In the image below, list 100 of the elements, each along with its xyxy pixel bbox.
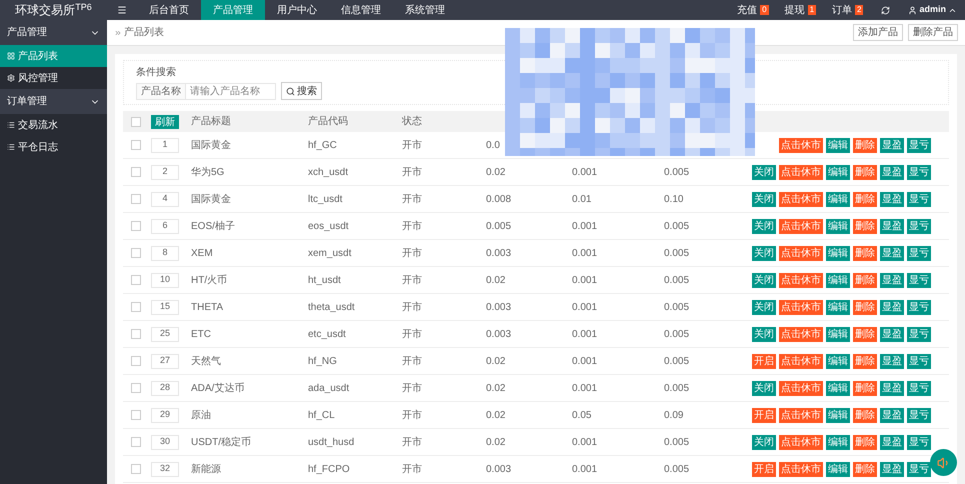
- action-button[interactable]: 显亏: [907, 354, 931, 368]
- sort-field[interactable]: 2: [151, 164, 179, 180]
- action-button[interactable]: 显亏: [907, 218, 931, 234]
- menu-icon[interactable]: [117, 5, 127, 15]
- action-button[interactable]: 显亏: [907, 138, 931, 152]
- sort-field[interactable]: 25: [151, 326, 179, 342]
- counter-label[interactable]: 提现: [784, 2, 805, 18]
- refresh-icon[interactable]: [881, 6, 890, 14]
- top-menu-tab[interactable]: 后台首页: [137, 0, 201, 20]
- action-button[interactable]: 关闭: [752, 272, 776, 288]
- action-button[interactable]: 显亏: [907, 380, 931, 396]
- checkbox[interactable]: [131, 383, 141, 393]
- checkbox[interactable]: [131, 464, 141, 474]
- sort-field[interactable]: 4: [151, 192, 179, 206]
- action-button[interactable]: 点击休市: [779, 326, 823, 342]
- action-button[interactable]: 编辑: [826, 192, 850, 206]
- action-button[interactable]: 关闭: [752, 192, 776, 206]
- action-button[interactable]: 显亏: [907, 408, 931, 422]
- sort-field[interactable]: 10: [151, 272, 179, 288]
- action-button[interactable]: 关闭: [752, 380, 776, 396]
- sort-field[interactable]: 6: [151, 218, 179, 234]
- action-button[interactable]: 显盈: [880, 218, 904, 234]
- action-button[interactable]: 点击休市: [779, 246, 823, 260]
- sort-field[interactable]: 27: [151, 354, 179, 368]
- checkbox[interactable]: [131, 302, 141, 312]
- sort-field[interactable]: 29: [151, 408, 179, 422]
- action-button[interactable]: 编辑: [826, 164, 850, 180]
- action-button[interactable]: 编辑: [826, 138, 850, 152]
- action-button[interactable]: 显盈: [880, 380, 904, 396]
- search-field[interactable]: 请输入产品名称: [186, 82, 276, 100]
- checkbox[interactable]: [131, 275, 141, 285]
- action-button[interactable]: 删除: [853, 218, 877, 234]
- action-button[interactable]: 删除: [853, 246, 877, 260]
- action-button[interactable]: 关闭: [752, 434, 776, 450]
- top-menu-tab[interactable]: 产品管理: [201, 0, 265, 20]
- checkbox[interactable]: [131, 437, 141, 447]
- action-button[interactable]: 删除: [853, 192, 877, 206]
- action-button[interactable]: 删除: [853, 138, 877, 152]
- action-button[interactable]: 显盈: [880, 408, 904, 422]
- action-button[interactable]: 点击休市: [779, 218, 823, 234]
- action-button[interactable]: 显盈: [880, 164, 904, 180]
- action-button[interactable]: 点击休市: [779, 300, 823, 314]
- action-button[interactable]: 显盈: [880, 138, 904, 152]
- user-name[interactable]: admin: [919, 3, 946, 17]
- action-button[interactable]: 显亏: [907, 164, 931, 180]
- page-button[interactable]: 删除产品: [908, 24, 958, 41]
- action-button[interactable]: 点击休市: [779, 272, 823, 288]
- sidebar-group[interactable]: 产品管理: [0, 20, 107, 45]
- action-button[interactable]: 显盈: [880, 326, 904, 342]
- sidebar-group[interactable]: 订单管理: [0, 89, 107, 114]
- checkbox[interactable]: [131, 356, 141, 366]
- action-button[interactable]: 编辑: [826, 408, 850, 422]
- action-button[interactable]: 显亏: [907, 462, 931, 476]
- action-button[interactable]: 显亏: [907, 192, 931, 206]
- action-button[interactable]: 编辑: [826, 300, 850, 314]
- top-menu-tab[interactable]: 信息管理: [329, 0, 393, 20]
- action-button[interactable]: 删除: [853, 164, 877, 180]
- action-button[interactable]: 显盈: [880, 272, 904, 288]
- action-button[interactable]: 开启: [752, 408, 776, 422]
- action-button[interactable]: 点击休市: [779, 164, 823, 180]
- checkbox[interactable]: [131, 221, 141, 231]
- action-button[interactable]: 显盈: [880, 246, 904, 260]
- action-button[interactable]: 显亏: [907, 246, 931, 260]
- checkbox[interactable]: [131, 140, 141, 150]
- action-button[interactable]: 编辑: [826, 326, 850, 342]
- action-button[interactable]: 删除: [853, 326, 877, 342]
- sort-field[interactable]: 8: [151, 246, 179, 260]
- action-button[interactable]: 显盈: [880, 300, 904, 314]
- action-button[interactable]: 显亏: [907, 434, 931, 450]
- action-button[interactable]: 编辑: [826, 380, 850, 396]
- action-button[interactable]: 关闭: [752, 326, 776, 342]
- action-button[interactable]: 显亏: [907, 300, 931, 314]
- sort-field[interactable]: 15: [151, 300, 179, 314]
- checkbox[interactable]: [131, 248, 141, 258]
- action-button[interactable]: 显亏: [907, 272, 931, 288]
- action-button[interactable]: 点击休市: [779, 408, 823, 422]
- action-button[interactable]: 开启: [752, 354, 776, 368]
- action-button[interactable]: 显盈: [880, 434, 904, 450]
- action-button[interactable]: 点击休市: [779, 462, 823, 476]
- action-button[interactable]: 删除: [853, 462, 877, 476]
- sort-field[interactable]: 30: [151, 434, 179, 450]
- action-button[interactable]: 编辑: [826, 354, 850, 368]
- top-menu-tab[interactable]: 用户中心: [265, 0, 329, 20]
- action-button[interactable]: 关闭: [752, 246, 776, 260]
- action-button[interactable]: 显盈: [880, 192, 904, 206]
- action-button[interactable]: 显盈: [880, 354, 904, 368]
- action-button[interactable]: 编辑: [826, 218, 850, 234]
- sort-field[interactable]: 32: [151, 462, 179, 476]
- action-button[interactable]: 开启: [752, 462, 776, 476]
- action-button[interactable]: 编辑: [826, 246, 850, 260]
- checkbox[interactable]: [131, 116, 141, 126]
- checkbox[interactable]: [131, 194, 141, 204]
- action-button[interactable]: 点击休市: [779, 138, 823, 152]
- action-button[interactable]: 点击休市: [779, 354, 823, 368]
- top-menu-tab[interactable]: 系统管理: [393, 0, 457, 20]
- action-button[interactable]: 编辑: [826, 434, 850, 450]
- breadcrumb[interactable]: 产品列表: [124, 25, 164, 40]
- action-button[interactable]: 点击休市: [779, 434, 823, 450]
- action-button[interactable]: 编辑: [826, 272, 850, 288]
- action-button[interactable]: 显亏: [907, 326, 931, 342]
